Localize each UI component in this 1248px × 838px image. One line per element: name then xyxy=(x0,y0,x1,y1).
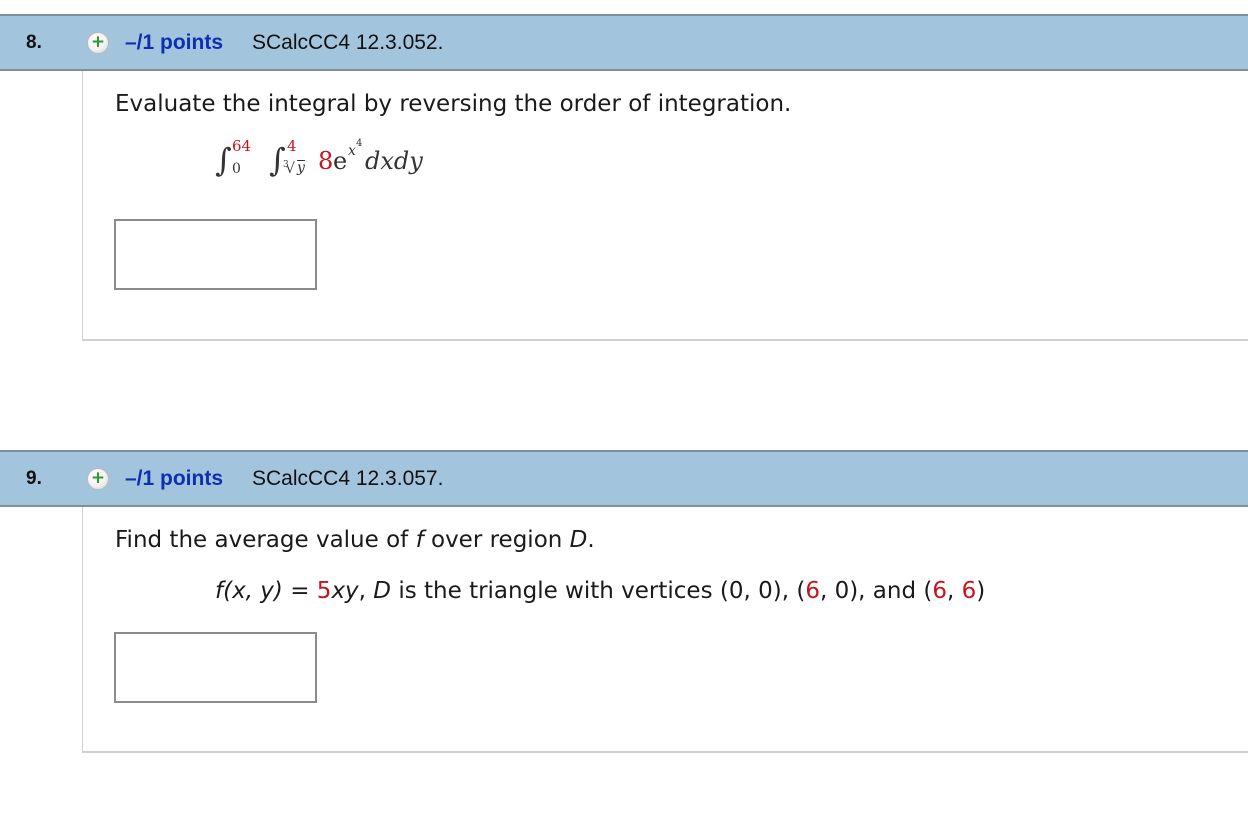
prompt-text: Find the average value of xyxy=(115,527,416,553)
question-id: SCalcCC4 12.3.052. xyxy=(252,31,444,54)
function-variables: xy xyxy=(331,578,359,604)
function-definition: f(x, y) = 5xy, D is the triangle with ve… xyxy=(215,578,985,604)
points-label: –/1 points xyxy=(125,467,224,490)
closing-paren: ) xyxy=(976,578,986,604)
vertex-value: 6 xyxy=(961,578,977,604)
outer-integral-sign: ∫ xyxy=(215,141,232,179)
differentials: dxdy xyxy=(365,147,423,175)
separator: , xyxy=(947,578,962,604)
prompt-text: . xyxy=(587,527,595,553)
region-symbol: D xyxy=(373,578,392,604)
vertex-value: 6 xyxy=(932,578,947,604)
question-header: 9. + –/1 points SCalcCC4 12.3.057. xyxy=(0,450,1248,507)
inner-lower-radical: √ xyxy=(286,161,295,177)
region-description: , 0), and ( xyxy=(819,578,933,604)
outer-lower-limit: 0 xyxy=(232,161,241,177)
question-number: 8. xyxy=(26,32,42,53)
question-id: SCalcCC4 12.3.057. xyxy=(252,467,444,490)
prompt-text: over region xyxy=(423,527,570,553)
plus-circle-icon[interactable]: + xyxy=(87,468,109,490)
region-symbol: D xyxy=(569,527,588,553)
question-body: Find the average value of f over region … xyxy=(82,507,1248,753)
question-number: 9. xyxy=(26,468,42,489)
integrand-exponent-var: x xyxy=(348,143,356,159)
question-prompt: Find the average value of f over region … xyxy=(115,527,595,553)
points-label: –/1 points xyxy=(125,31,224,54)
answer-input[interactable] xyxy=(114,632,317,703)
equals-sign: = xyxy=(282,578,317,604)
question-prompt: Evaluate the integral by reversing the o… xyxy=(115,91,792,117)
inner-lower-radicand: y xyxy=(297,160,305,176)
plus-circle-icon[interactable]: + xyxy=(87,32,109,54)
function-lhs: f(x, y) xyxy=(215,578,283,604)
answer-input[interactable] xyxy=(114,219,317,290)
integrand-base: e xyxy=(333,147,348,175)
function-symbol: f xyxy=(415,527,424,553)
region-description: is the triangle with vertices (0, 0), ( xyxy=(391,578,806,604)
integrand-coefficient: 8 xyxy=(318,147,334,175)
integral-expression: ∫ 64 0 ∫ 4 3 √ y 8 e x 4 dxdy xyxy=(215,135,555,195)
inner-upper-limit: 4 xyxy=(287,137,297,155)
question-body: Evaluate the integral by reversing the o… xyxy=(82,71,1248,341)
integrand-exponent-power: 4 xyxy=(356,138,363,149)
question-header: 8. + –/1 points SCalcCC4 12.3.052. xyxy=(0,14,1248,71)
separator: , xyxy=(358,578,374,604)
outer-upper-limit: 64 xyxy=(232,137,252,155)
vertex-value: 6 xyxy=(805,578,820,604)
function-coefficient: 5 xyxy=(316,578,332,604)
